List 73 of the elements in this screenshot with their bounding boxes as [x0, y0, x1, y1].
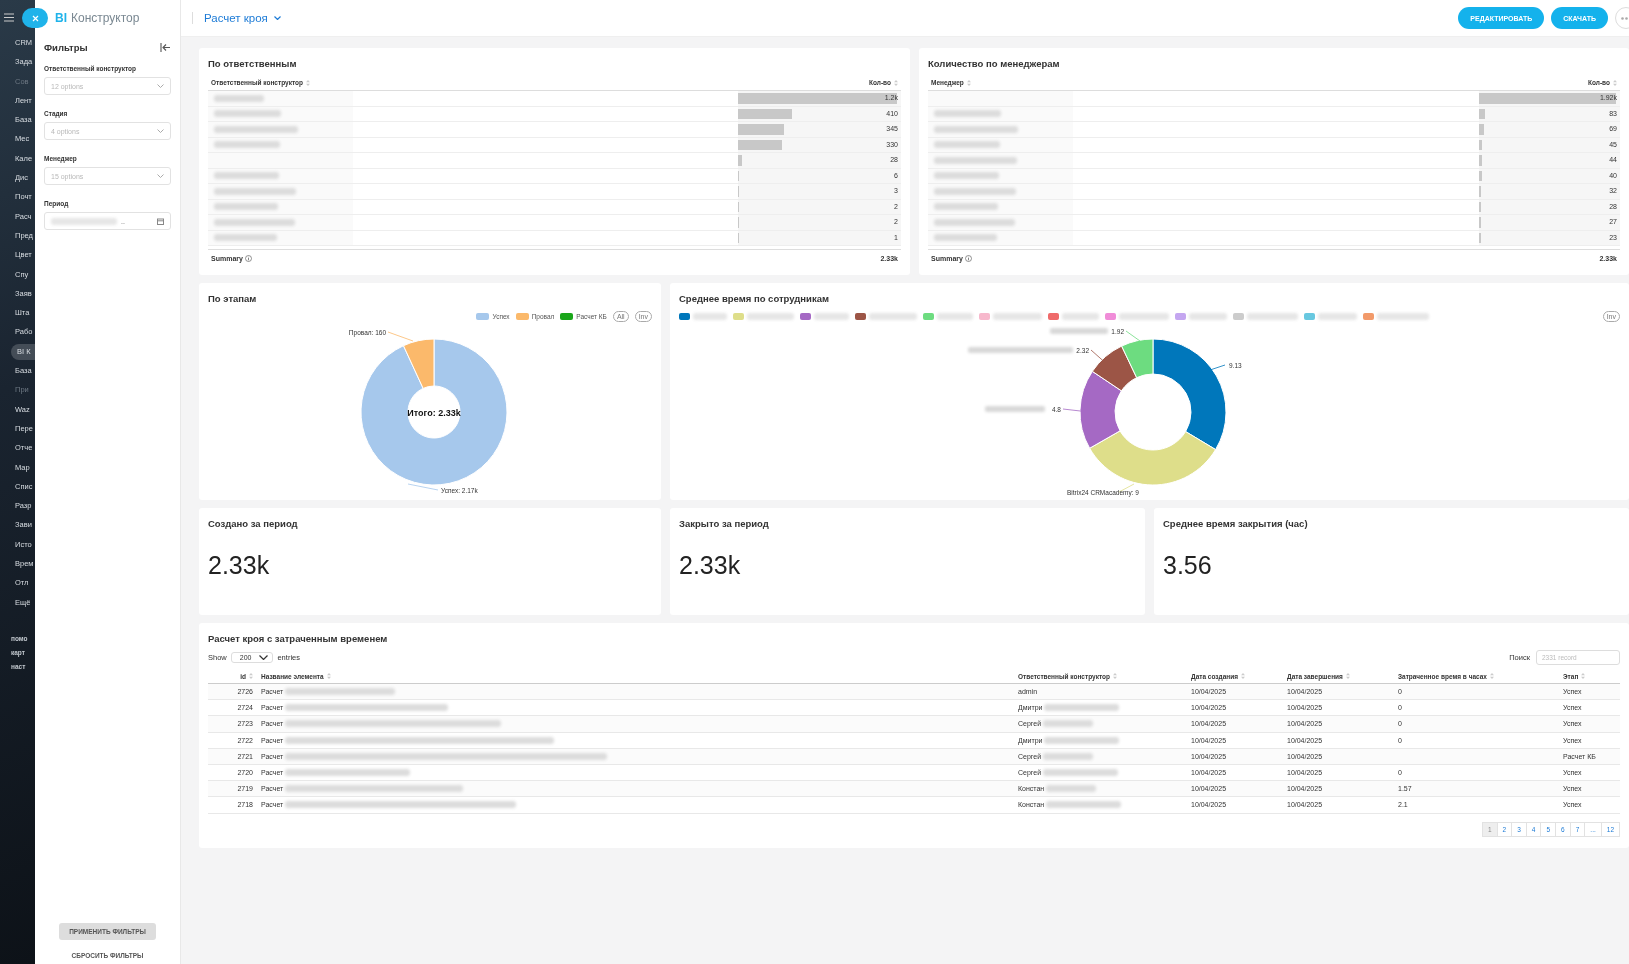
collapse-icon[interactable]	[160, 43, 171, 52]
legend-item[interactable]	[1048, 312, 1099, 320]
chevron-down-icon	[157, 84, 164, 88]
chevron-down-icon	[273, 16, 281, 20]
blurred-text	[934, 110, 1001, 118]
filters-title: Фильтры	[44, 42, 88, 53]
blurred-text	[1062, 312, 1099, 320]
sort-icon	[326, 673, 331, 679]
sort-icon	[1489, 673, 1494, 679]
card-title: Расчет кроя с затраченным временем	[208, 633, 389, 644]
blurred-text	[214, 203, 278, 211]
blurred-text	[1318, 312, 1357, 320]
sort-icon	[1581, 673, 1586, 679]
total-label: Итого: 2.33k	[407, 407, 461, 418]
sort-icon	[1112, 673, 1117, 679]
blurred-text	[814, 312, 849, 320]
blurred-text	[985, 406, 1045, 412]
sort-icon	[1241, 673, 1246, 679]
close-button[interactable]	[22, 8, 48, 28]
report-title-dropdown[interactable]: Расчет кроя	[192, 12, 281, 24]
blurred-text	[1050, 328, 1108, 334]
kpi-value: 2.33k	[208, 551, 271, 580]
legend-item[interactable]	[855, 312, 917, 320]
blurred-text	[934, 203, 998, 211]
calendar-icon	[157, 217, 164, 225]
blurred-text	[934, 234, 997, 242]
kpi-value: 2.33k	[679, 551, 742, 580]
blurred-text	[214, 110, 281, 118]
blurred-text	[1043, 720, 1094, 728]
leader-line	[387, 331, 414, 342]
blurred-text	[1247, 312, 1298, 320]
legend-item[interactable]	[679, 312, 727, 320]
blurred-text	[934, 141, 1000, 149]
card-title: Закрыто за период	[679, 518, 770, 529]
blurred-text	[214, 94, 264, 102]
blurred-text	[693, 312, 727, 320]
logo-text: Конструктор	[71, 11, 140, 25]
blurred-text	[214, 172, 279, 180]
blurred-text	[214, 234, 277, 242]
leader-line	[1209, 364, 1226, 371]
chevron-down-icon	[157, 174, 164, 178]
blurred-text	[1119, 312, 1169, 320]
leader-line	[407, 483, 439, 491]
menu-icon[interactable]	[4, 13, 14, 22]
card-title: Создано за период	[208, 518, 299, 529]
blurred-text	[934, 172, 999, 180]
sort-icon	[305, 79, 310, 86]
more-icon	[1620, 16, 1629, 20]
blurred-text	[1046, 785, 1097, 793]
kpi-value: 3.56	[1163, 551, 1213, 580]
card-title: По этапам	[208, 293, 258, 304]
blurred-text	[1377, 312, 1429, 320]
blurred-text	[51, 217, 117, 225]
blurred-text	[214, 141, 280, 149]
blurred-text	[1043, 752, 1094, 760]
card-title: Среднее время по сотрудникам	[679, 293, 830, 304]
card-title: По ответственным	[208, 58, 298, 69]
blurred-text	[869, 312, 917, 320]
card-title: Количество по менеджерам	[928, 58, 1061, 69]
close-icon	[31, 14, 39, 22]
blurred-text	[993, 312, 1042, 320]
info-icon	[964, 254, 972, 262]
logo-mark: BI	[55, 11, 67, 25]
info-icon	[244, 254, 252, 262]
sort-icon	[1345, 673, 1350, 679]
blurred-text	[937, 312, 973, 320]
blurred-text	[1189, 312, 1227, 320]
sort-icon	[966, 79, 971, 86]
legend-item[interactable]	[800, 312, 849, 320]
blurred-text	[747, 312, 794, 320]
card-title: Среднее время закрытия (час)	[1163, 518, 1309, 529]
chevron-down-icon	[157, 129, 164, 133]
chevron-down-icon	[259, 655, 269, 660]
